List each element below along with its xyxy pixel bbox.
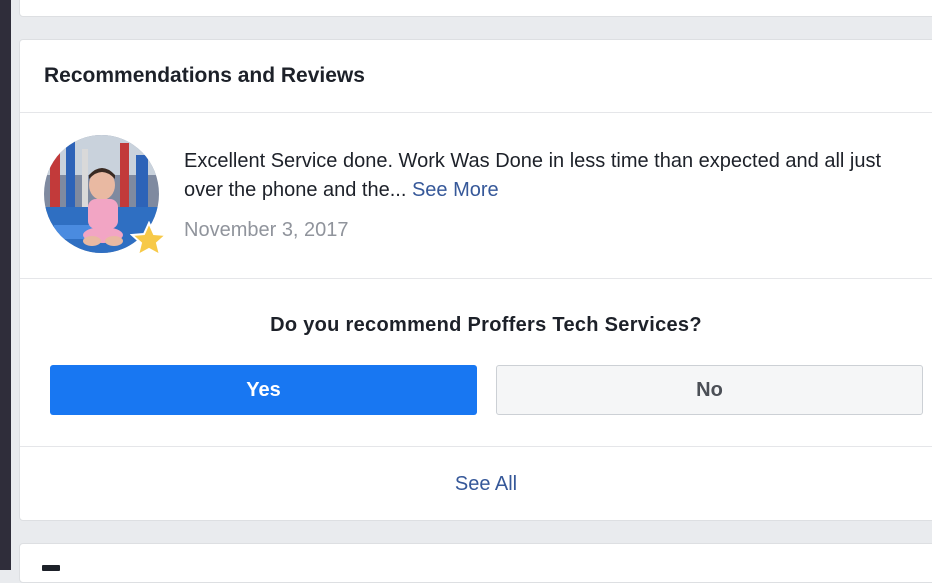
- next-card: [19, 543, 932, 583]
- review-text: Excellent Service done. Work Was Done in…: [184, 147, 924, 205]
- see-more-link[interactable]: See More: [412, 179, 499, 201]
- star-icon: [130, 221, 168, 257]
- previous-card: [19, 0, 932, 17]
- see-all-link[interactable]: See All: [20, 473, 932, 496]
- left-edge-bar: [0, 0, 11, 570]
- section-title: Recommendations and Reviews: [44, 64, 365, 87]
- review-body: Excellent Service done. Work Was Done in…: [184, 150, 882, 201]
- review-divider: [20, 278, 932, 279]
- next-card-title-peek: [42, 565, 60, 571]
- buttons-divider: [20, 446, 932, 447]
- recommend-question: Do you recommend Proffers Tech Services?: [270, 314, 702, 336]
- no-button[interactable]: No: [496, 365, 923, 415]
- recommendations-card: Recommendations and Reviews Excellent Se…: [19, 39, 932, 521]
- title-divider: [20, 112, 932, 113]
- review-date: November 3, 2017: [184, 219, 349, 241]
- yes-button[interactable]: Yes: [50, 365, 477, 415]
